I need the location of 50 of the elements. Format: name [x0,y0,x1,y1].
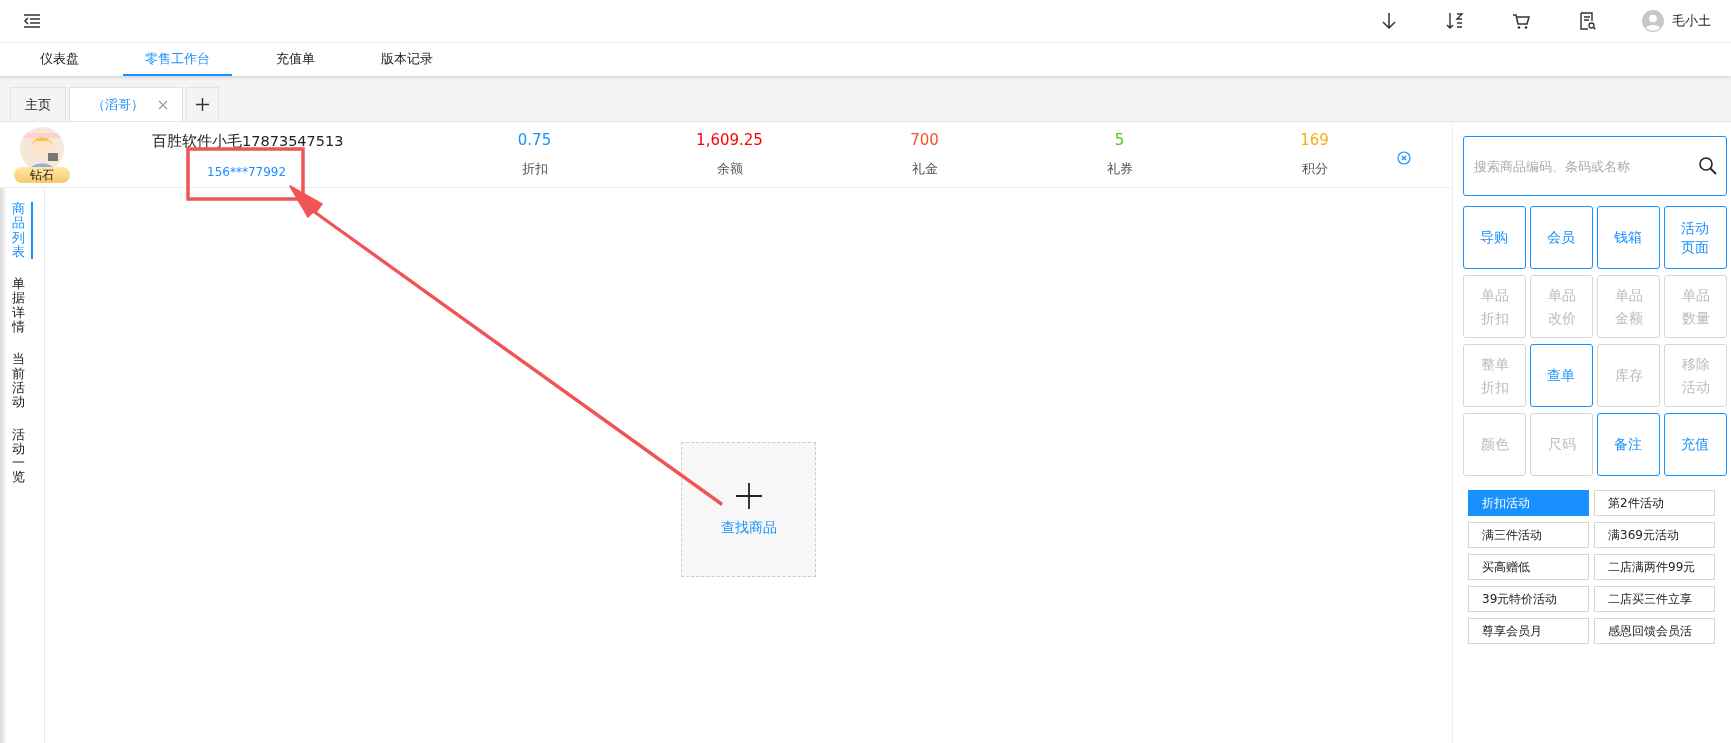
menu-icon[interactable] [22,11,42,31]
promotion-button[interactable]: 39元特价活动 [1468,586,1589,612]
promotion-button[interactable]: 买高赠低 [1468,554,1589,580]
customer-name: 百胜软件小毛17873547513 [152,132,344,151]
stat-value: 5 [1114,131,1125,149]
add-tab-button[interactable] [186,87,219,121]
stat-value: 0.75 [517,131,552,149]
stat-value: 169 [1300,131,1329,149]
side-tab[interactable]: 当前活动 [11,352,33,410]
action-button[interactable]: 钱箱 [1597,206,1660,269]
close-icon[interactable] [158,99,168,110]
stat-label: 礼金 [911,161,938,178]
find-product-button[interactable]: 查找商品 [681,442,816,577]
promotion-button[interactable]: 满369元活动 [1594,522,1715,548]
promotion-button[interactable]: 折扣活动 [1468,490,1589,516]
nav-tab[interactable]: 版本记录 [359,43,455,76]
search-input[interactable]: 搜索商品编码、条码或名称 [1472,137,1698,195]
stat-label: 积分 [1301,161,1328,178]
promotion-button[interactable]: 尊享会员月 [1468,618,1589,644]
stat-label: 礼券 [1106,161,1133,178]
promotion-button[interactable]: 感恩回馈会员活 [1594,618,1715,644]
nav-tab[interactable]: 充值单 [254,43,337,76]
action-button[interactable]: 查单 [1530,344,1593,407]
stat-value: 700 [910,131,939,149]
side-tab[interactable]: 商品列表 [11,202,33,260]
clear-icon[interactable] [1397,150,1411,165]
user-name[interactable]: 毛小土 [1672,12,1711,30]
stat-label: 余额 [716,161,743,178]
promotion-button[interactable]: 第2件活动 [1594,490,1715,516]
side-tab[interactable]: 活动一览 [11,427,33,485]
action-button[interactable]: 导购 [1463,206,1526,269]
stat-label: 折扣 [521,161,548,178]
plus-icon [196,98,209,111]
action-button[interactable]: 充值 [1664,413,1727,476]
document-tab[interactable]: 主页 [10,87,66,121]
customer-phone: 156***77992 [207,165,287,179]
promotion-button[interactable]: 二店满两件99元 [1594,554,1715,580]
side-tab[interactable]: 单据详情 [11,277,33,335]
member-level-badge: 钻石 [14,166,70,183]
promotion-button[interactable]: 二店买三件立享 [1594,586,1715,612]
document-tab[interactable]: （滔哥） [69,87,183,121]
nav-tab[interactable]: 仪表盘 [18,43,101,76]
plus-icon [735,482,762,509]
action-button[interactable]: 备注 [1597,413,1660,476]
promotion-button[interactable]: 满三件活动 [1468,522,1589,548]
action-button[interactable]: 活动页面 [1664,206,1727,269]
search-icon[interactable] [1698,156,1718,176]
search-field[interactable]: 搜索商品编码、条码或名称 [1463,136,1727,196]
action-button[interactable]: 会员 [1530,206,1593,269]
stat-value: 1,609.25 [696,131,763,149]
